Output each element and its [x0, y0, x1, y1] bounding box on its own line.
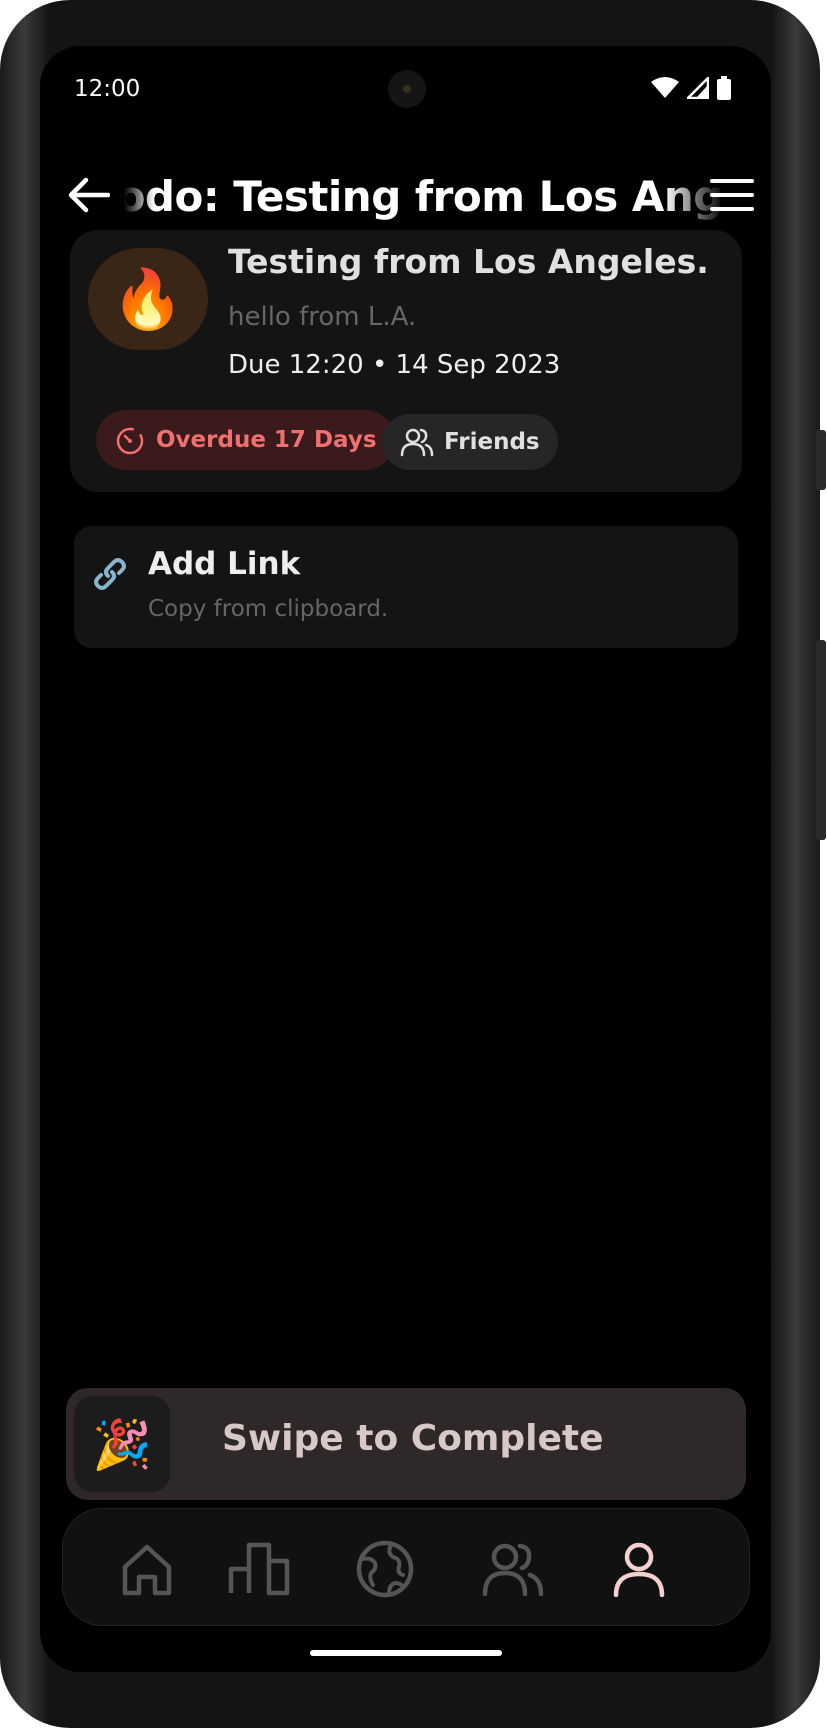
globe-icon [356, 1540, 414, 1598]
add-link-subtitle: Copy from clipboard. [148, 596, 389, 622]
bottom-nav [62, 1508, 750, 1626]
swipe-handle[interactable]: 🎉 [74, 1396, 170, 1492]
signal-icon [687, 77, 709, 99]
status-icons [651, 76, 731, 100]
task-emoji[interactable]: 🔥 [88, 248, 208, 350]
nav-friends[interactable] [481, 1537, 545, 1601]
timer-icon [116, 427, 144, 455]
front-camera [388, 70, 426, 108]
arrow-left-icon [68, 177, 110, 213]
party-popper-icon: 🎉 [92, 1416, 152, 1473]
power-button [816, 430, 826, 490]
overdue-label: Overdue 17 Days [156, 427, 377, 453]
task-title: Testing from Los Angeles. [228, 242, 709, 281]
volume-button [816, 640, 826, 840]
add-link-card[interactable]: Add Link Copy from clipboard. [74, 526, 738, 648]
task-due-date: Due 12:20 • 14 Sep 2023 [228, 350, 561, 380]
page-title: Todo: Testing from Los Angeles. [124, 172, 724, 221]
nav-explore[interactable] [353, 1537, 417, 1601]
status-bar: 12:00 [40, 46, 771, 136]
home-indicator[interactable] [310, 1650, 502, 1656]
menu-button[interactable] [707, 170, 757, 220]
friends-icon [400, 428, 434, 457]
profile-icon [613, 1542, 665, 1597]
status-time: 12:00 [74, 76, 141, 102]
overdue-badge: Overdue 17 Days [96, 410, 395, 470]
screen: 12:00 Todo: Testing from Los Angeles. 🔥 … [40, 46, 771, 1672]
page-title-container: Todo: Testing from Los Angeles. [124, 164, 724, 228]
task-card[interactable]: 🔥 Testing from Los Angeles. hello from L… [70, 230, 742, 492]
nav-leaderboard[interactable] [227, 1537, 291, 1601]
task-description: hello from L.A. [228, 302, 417, 332]
nav-home[interactable] [115, 1537, 179, 1601]
wifi-icon [651, 77, 679, 98]
back-button[interactable] [64, 170, 114, 220]
hamburger-menu-icon [710, 179, 754, 211]
add-link-title: Add Link [148, 546, 301, 582]
visibility-chip[interactable]: Friends [382, 414, 558, 470]
leaderboard-icon [228, 1542, 290, 1596]
link-icon [90, 554, 130, 598]
friends-icon [482, 1543, 544, 1596]
app-bar: Todo: Testing from Los Angeles. [40, 156, 771, 236]
battery-icon [717, 76, 731, 100]
swipe-label: Swipe to Complete [222, 1418, 604, 1459]
visibility-label: Friends [444, 429, 540, 455]
fire-icon: 🔥 [111, 264, 185, 333]
home-icon [122, 1544, 172, 1596]
swipe-to-complete[interactable]: 🎉 Swipe to Complete [66, 1388, 746, 1500]
nav-profile[interactable] [607, 1537, 671, 1601]
